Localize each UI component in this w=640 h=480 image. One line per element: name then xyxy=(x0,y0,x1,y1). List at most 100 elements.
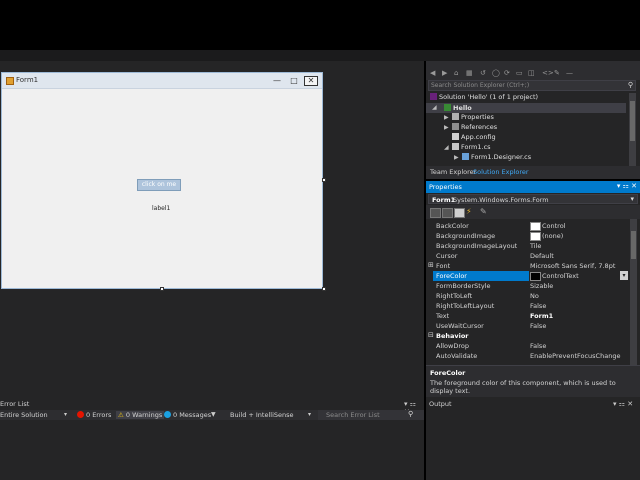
prop-row-righttoleft[interactable]: RightToLeft No xyxy=(429,291,629,301)
expand-arrow-icon[interactable]: ▶ xyxy=(444,114,449,121)
tree-item-form1-cs[interactable]: ◢ Form1.cs xyxy=(444,143,491,153)
prop-row-backcolor[interactable]: BackColor Control xyxy=(429,221,629,231)
filter-icon[interactable]: ▼ xyxy=(211,411,216,418)
sync-icon[interactable]: ↺ xyxy=(480,69,486,77)
alphabetical-icon[interactable] xyxy=(442,208,453,218)
tree-item-references[interactable]: ▶ References xyxy=(444,123,497,133)
object-selector[interactable]: Form1 System.Windows.Forms.Form ▾ xyxy=(428,194,638,204)
categorized-icon[interactable] xyxy=(430,208,441,218)
properties-wrench-icon[interactable]: ✎ xyxy=(554,69,560,77)
properties-view-icon[interactable] xyxy=(454,208,465,218)
prop-row-autovalidate[interactable]: AutoValidate EnablePreventFocusChange xyxy=(429,351,629,361)
tree-item-app-config[interactable]: App.config xyxy=(452,133,496,143)
document-tab-strip xyxy=(0,50,640,61)
view-code-icon[interactable]: <> xyxy=(542,69,554,77)
properties-scrollbar-thumb[interactable] xyxy=(631,231,636,259)
solution-explorer-toolbar: ◀ ▶ ⌂ ▦ ↺ ◯ ⟳ ▭ ◫ <> ✎ — xyxy=(426,67,640,80)
prop-row-usewaitcursor[interactable]: UseWaitCursor False xyxy=(429,321,629,331)
tab-team-explorer[interactable]: Team Explorer xyxy=(430,168,476,176)
prop-row-formborderstyle[interactable]: FormBorderStyle Sizable xyxy=(429,281,629,291)
prop-row-backgroundimagelayout[interactable]: BackgroundImageLayout Tile xyxy=(429,241,629,251)
prop-row-allowdrop[interactable]: AllowDrop False xyxy=(429,341,629,351)
warning-icon: ⚠ xyxy=(118,411,124,419)
dropdown-icon[interactable]: ▾ xyxy=(613,400,617,408)
error-list-panel: Error List ▾ ⚏ ✕ Entire Solution ▾ 0 Err… xyxy=(0,397,424,480)
config-file-icon xyxy=(452,133,459,140)
collapse-all-icon[interactable]: ▭ xyxy=(516,69,523,77)
refresh-icon[interactable]: ⟳ xyxy=(504,69,510,77)
collapse-minus-icon[interactable]: ⊟ xyxy=(428,331,434,339)
scope-dropdown[interactable]: Entire Solution xyxy=(0,411,48,419)
expand-plus-icon[interactable]: ⊞ xyxy=(428,261,434,269)
property-pages-wrench-icon[interactable]: ✎ xyxy=(480,207,487,216)
prop-row-backgroundimage[interactable]: BackgroundImage (none) xyxy=(429,231,629,241)
build-filter-dropdown-icon[interactable]: ▾ xyxy=(308,411,311,418)
prop-row-cursor[interactable]: Cursor Default xyxy=(429,251,629,261)
info-icon xyxy=(164,411,171,418)
collapse-arrow-icon[interactable]: ◢ xyxy=(432,104,437,111)
switch-views-icon[interactable]: ▦ xyxy=(466,69,473,77)
pin-icon[interactable]: ⚏ xyxy=(619,400,625,408)
dropdown-icon[interactable]: ▾ xyxy=(617,182,621,190)
close-icon[interactable]: ✕ xyxy=(631,182,637,190)
close-icon[interactable]: ✕ xyxy=(627,400,633,408)
top-black-area xyxy=(0,0,640,50)
solution-scrollbar-thumb[interactable] xyxy=(630,101,635,141)
build-filter-dropdown[interactable]: Build + IntelliSense xyxy=(230,411,294,419)
messages-filter-button[interactable]: 0 Messages xyxy=(164,411,211,419)
minus-icon[interactable]: — xyxy=(566,69,573,77)
pin-icon[interactable]: ⚏ xyxy=(410,400,416,408)
scope-dropdown-icon[interactable]: ▾ xyxy=(64,411,67,418)
prop-row-text[interactable]: Text Form1 xyxy=(429,311,629,321)
resize-handle-corner[interactable] xyxy=(322,287,326,291)
object-dropdown-icon[interactable]: ▾ xyxy=(630,195,634,203)
error-icon xyxy=(77,411,84,418)
errors-filter-button[interactable]: 0 Errors xyxy=(77,411,111,419)
panel-controls: ▾ ⚏ ✕ xyxy=(613,400,633,408)
resize-handle-bottom[interactable] xyxy=(160,287,164,291)
color-swatch xyxy=(530,272,541,281)
solution-search-input[interactable]: Search Solution Explorer (Ctrl+;) ⚲ xyxy=(428,80,636,91)
dropdown-icon[interactable]: ▾ xyxy=(620,271,628,280)
solution-explorer-panel: ◀ ▶ ⌂ ▦ ↺ ◯ ⟳ ▭ ◫ <> ✎ — Search Solution… xyxy=(426,61,640,179)
prop-row-font[interactable]: ⊞ Font Microsoft Sans Serif, 7.8pt xyxy=(428,261,629,271)
expand-arrow-icon[interactable]: ▶ xyxy=(454,154,459,161)
label1-control[interactable]: label1 xyxy=(152,205,170,212)
explorer-tab-strip: Team Explorer Solution Explorer xyxy=(426,166,640,179)
search-icon[interactable]: ⚲ xyxy=(628,81,633,89)
pending-changes-icon[interactable]: ◯ xyxy=(492,69,500,77)
tree-item-properties[interactable]: ▶ Properties xyxy=(444,113,494,123)
tree-item-form1-designer[interactable]: ▶ Form1.Designer.cs xyxy=(454,153,531,163)
warnings-filter-button[interactable]: ⚠ 0 Warnings xyxy=(116,411,165,419)
error-search-placeholder: Search Error List xyxy=(326,411,380,419)
expand-arrow-icon[interactable]: ▶ xyxy=(444,124,449,131)
form-designer-window[interactable]: Form1 — □ ✕ click on me label1 xyxy=(1,72,323,289)
forward-icon[interactable]: ▶ xyxy=(442,69,447,77)
wrench-icon xyxy=(452,113,459,120)
resize-handle-right[interactable] xyxy=(322,178,326,182)
show-all-files-icon[interactable]: ◫ xyxy=(528,69,535,77)
collapse-arrow-icon[interactable]: ◢ xyxy=(444,144,449,151)
tab-solution-explorer[interactable]: Solution Explorer xyxy=(473,168,529,176)
dropdown-icon[interactable]: ▾ xyxy=(404,400,408,408)
pin-icon[interactable]: ⚏ xyxy=(623,182,629,190)
prop-row-righttoleftlayout[interactable]: RightToLeftLayout False xyxy=(429,301,629,311)
form-file-icon xyxy=(452,143,459,150)
form-title: Form1 xyxy=(16,76,39,84)
prop-category-behavior[interactable]: ⊟ Behavior xyxy=(428,331,629,341)
events-lightning-icon[interactable]: ⚡ xyxy=(466,207,472,216)
solution-scrollbar[interactable] xyxy=(629,93,636,175)
solution-icon xyxy=(430,93,437,100)
description-title: ForeColor xyxy=(430,369,466,377)
search-icon[interactable]: ⚲ xyxy=(408,410,413,418)
tree-item-solution[interactable]: Solution 'Hello' (1 of 1 project) xyxy=(430,93,538,103)
back-icon[interactable]: ◀ xyxy=(430,69,435,77)
prop-row-forecolor[interactable]: ForeColor ControlText ▾ xyxy=(429,271,629,281)
solution-search-placeholder: Search Solution Explorer (Ctrl+;) xyxy=(431,82,530,89)
home-icon[interactable]: ⌂ xyxy=(454,69,458,77)
error-search-input[interactable]: Search Error List ⚲ xyxy=(318,410,424,420)
tree-item-hello[interactable]: ◢ Hello xyxy=(426,103,626,113)
properties-scrollbar[interactable] xyxy=(630,219,637,365)
click-on-me-button[interactable]: click on me xyxy=(137,179,181,191)
minimize-icon: — xyxy=(273,76,281,85)
